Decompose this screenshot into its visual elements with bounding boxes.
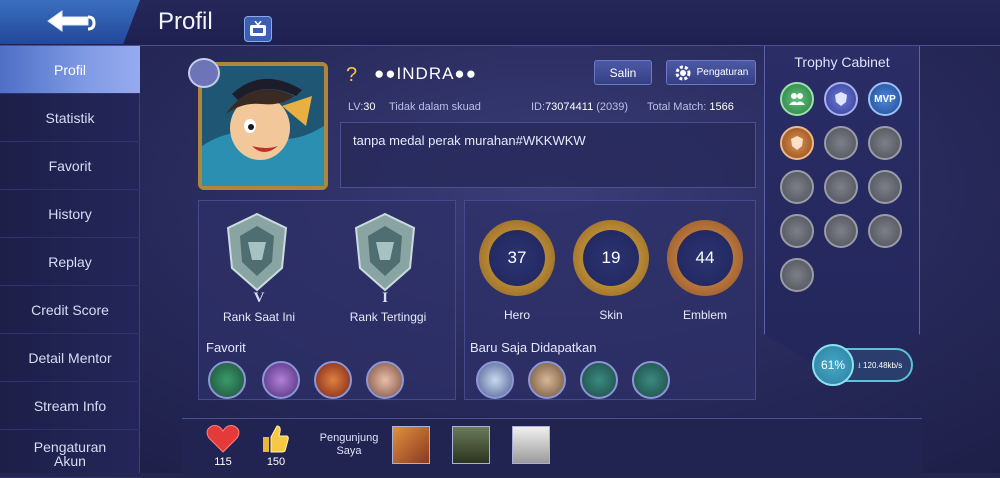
emblem-count-value: 44 <box>677 230 733 286</box>
sidebar-item-statistik[interactable]: Statistik <box>0 94 140 142</box>
recent-hero-icon[interactable] <box>476 361 514 399</box>
sidebar-item-credit-score[interactable]: Credit Score <box>0 286 140 334</box>
emblem-count-medal[interactable]: 44 <box>667 220 743 296</box>
favorit-title: Favorit <box>206 340 246 355</box>
locked-trophy-icon[interactable] <box>868 214 902 248</box>
locked-trophy-icon[interactable] <box>824 214 858 248</box>
emblem-label: Emblem <box>682 308 727 322</box>
thumbs-up-icon[interactable] <box>260 424 290 454</box>
sidebar: Profil Statistik Favorit History Replay … <box>0 46 140 478</box>
level-value: 30 <box>363 101 376 113</box>
squad-status: Tidak dalam skuad <box>389 101 481 113</box>
level-info: LV:30 <box>348 101 376 113</box>
id-label: ID: <box>531 101 546 113</box>
favorite-hero-icon[interactable] <box>314 361 352 399</box>
back-button[interactable] <box>0 0 140 44</box>
network-speed-value: 120.48kb/s <box>863 361 903 370</box>
rank-badge-icon <box>188 58 220 88</box>
locked-trophy-icon[interactable] <box>868 170 902 204</box>
friends-trophy-icon[interactable] <box>780 82 814 116</box>
total-match-info: Total Match: 1566 <box>647 101 734 113</box>
visitor-avatar[interactable] <box>452 426 490 464</box>
rank-current-numeral: V <box>253 290 265 306</box>
username: ●●INDRA●● <box>374 64 477 83</box>
visitor-avatar[interactable] <box>392 426 430 464</box>
network-speed: ⭳ 120.48kb/s <box>858 360 902 374</box>
skin-count-value: 19 <box>583 230 639 286</box>
visitor-avatar[interactable] <box>512 426 550 464</box>
sidebar-item-history[interactable]: History <box>0 190 140 238</box>
favorite-hero-icon[interactable] <box>208 361 246 399</box>
gear-icon <box>675 65 691 80</box>
total-match-label: Total Match: <box>647 101 707 113</box>
recent-title: Baru Saja Didapatkan <box>470 340 597 355</box>
id-info: ID:73074411 (2039) <box>531 101 628 113</box>
locked-trophy-icon[interactable] <box>824 170 858 204</box>
sidebar-item-detail-mentor[interactable]: Detail Mentor <box>0 334 140 382</box>
favorite-hero-icon[interactable] <box>262 361 300 399</box>
gender-unknown-icon: ? <box>346 64 358 86</box>
rank-current-label: Rank Saat Ini <box>222 310 296 324</box>
download-icon: ⭳ <box>858 361 861 370</box>
sidebar-item-profil[interactable]: Profil <box>0 46 140 94</box>
sidebar-item-favorit[interactable]: Favorit <box>0 142 140 190</box>
mvp-trophy-icon[interactable]: MVP <box>868 82 902 116</box>
locked-trophy-icon[interactable] <box>780 170 814 204</box>
rank-highest-numeral: I <box>382 290 388 306</box>
bio-text[interactable]: tanpa medal perak murahan#WKKWKW <box>340 122 756 188</box>
sidebar-item-replay[interactable]: Replay <box>0 238 140 286</box>
locked-trophy-icon[interactable] <box>824 126 858 160</box>
visitors-label: Pengunjung Saya <box>319 432 379 457</box>
total-match-value: 1566 <box>709 101 734 113</box>
tv-icon <box>250 21 266 36</box>
hero-count-medal[interactable]: 37 <box>479 220 555 296</box>
settings-label: Pengaturan <box>696 67 749 78</box>
thumb-likes-count: 150 <box>266 456 286 468</box>
bronze-trophy-icon[interactable] <box>780 126 814 160</box>
copy-button[interactable]: Salin <box>594 60 652 85</box>
recent-hero-icon[interactable] <box>528 361 566 399</box>
skin-count-medal[interactable]: 19 <box>573 220 649 296</box>
heart-icon[interactable] <box>206 424 240 454</box>
rank-trophy-icon[interactable] <box>824 82 858 116</box>
page-title: Profil <box>158 8 213 35</box>
rank-highest-emblem-icon[interactable] <box>350 212 420 292</box>
recent-emblem-icon[interactable] <box>580 361 618 399</box>
hero-portrait-image <box>202 66 324 186</box>
favorite-hero-icon[interactable] <box>366 361 404 399</box>
locked-trophy-icon[interactable] <box>780 258 814 292</box>
hero-count-value: 37 <box>489 230 545 286</box>
heart-likes-count: 115 <box>214 456 232 468</box>
replay-tv-icon[interactable] <box>244 16 272 42</box>
trophy-cabinet-title: Trophy Cabinet <box>794 54 890 70</box>
id-value: 73074411 <box>545 101 594 113</box>
avatar[interactable] <box>198 62 328 190</box>
locked-trophy-icon[interactable] <box>868 126 902 160</box>
rank-highest-label: Rank Tertinggi <box>349 310 427 324</box>
sidebar-item-stream-info[interactable]: Stream Info <box>0 382 140 430</box>
top-bar <box>0 0 1000 46</box>
level-label: LV: <box>348 101 364 113</box>
network-percent: 61% <box>812 344 854 386</box>
rank-current-emblem-icon[interactable] <box>222 212 292 292</box>
settings-button[interactable]: Pengaturan <box>666 60 756 85</box>
recent-emblem-icon[interactable] <box>632 361 670 399</box>
sidebar-item-pengaturan-akun[interactable]: Pengaturan Akun <box>0 430 140 478</box>
back-arrow-icon <box>47 10 96 32</box>
server-value: (2039) <box>596 101 629 113</box>
locked-trophy-icon[interactable] <box>780 214 814 248</box>
